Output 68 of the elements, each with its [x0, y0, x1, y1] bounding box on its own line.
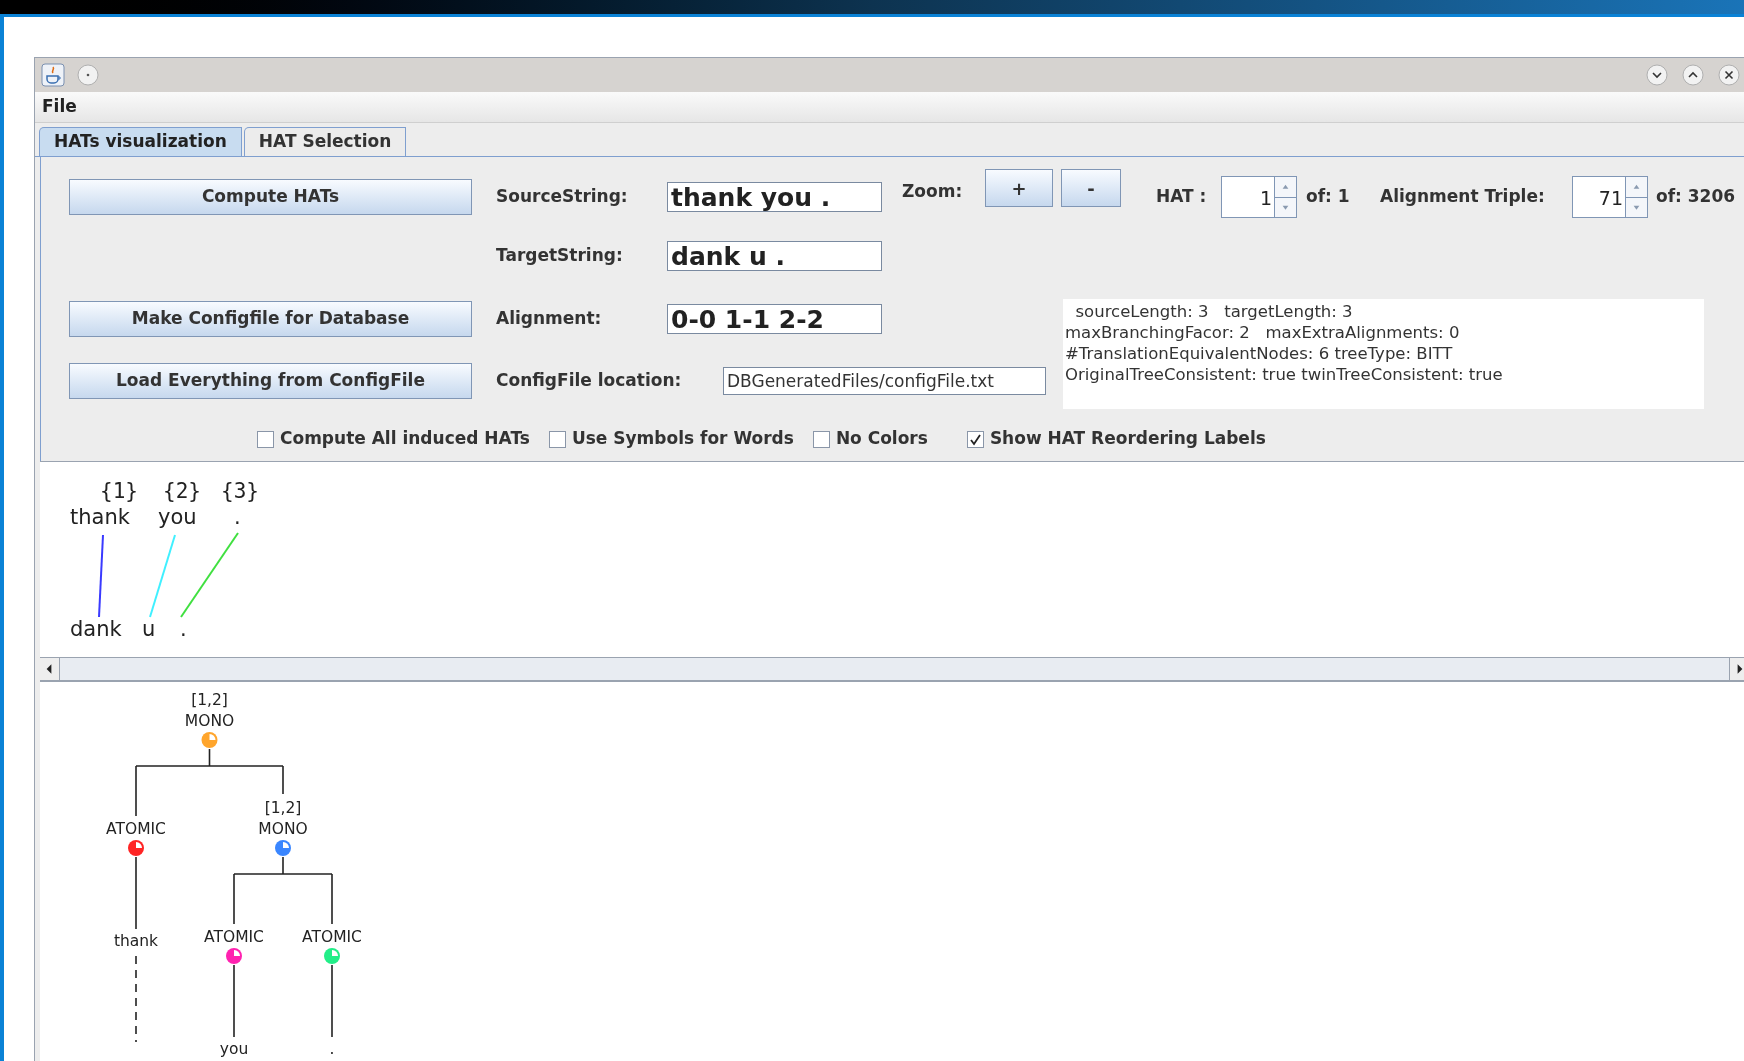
node-label: ATOMIC	[302, 928, 362, 946]
info-line: sourceLength: 3 targetLength: 3	[1074, 301, 1354, 322]
node-marker	[324, 948, 340, 964]
source-word: you	[158, 505, 197, 529]
target-word: u	[142, 617, 156, 641]
menu-button-icon[interactable]	[77, 64, 99, 86]
tab[interactable]: HAT Selection	[243, 127, 407, 156]
alignment-triple-count: of: 3206	[1656, 185, 1736, 209]
node-marker	[226, 948, 242, 964]
info-line: #TranslationEquivalentNodes: 6 treeType: BITT	[1065, 343, 1454, 364]
source-word: thank	[70, 505, 130, 529]
info-line: maxBranchingFacor: 2 maxExtraAlignments: 0	[1065, 322, 1461, 343]
node-label: MONO	[184, 712, 235, 730]
checkbox-label: Compute All induced HATs	[280, 427, 530, 451]
spinner-value: 1	[1258, 186, 1273, 211]
leaf-word: thank	[113, 932, 159, 950]
span-label: [1,2]	[191, 691, 228, 709]
index-label: {2}	[163, 479, 201, 503]
zoom-out-button[interactable]: -	[1061, 169, 1121, 207]
zoom-in-button[interactable]: +	[985, 169, 1053, 207]
target-string-field[interactable]: dank u .	[667, 241, 882, 271]
alignment-triple-label: Alignment Triple:	[1380, 185, 1546, 209]
configfile-location-field[interactable]: DBGeneratedFiles/configFile.txt	[723, 367, 1046, 395]
checkbox[interactable]	[257, 430, 274, 448]
minimize-icon[interactable]	[1646, 64, 1668, 86]
info-line: OriginalTreeConsistent: true twinTreeConsistent: true	[1065, 364, 1504, 385]
configfile-location-label: ConfigFile location:	[496, 369, 683, 393]
zoom-label: Zoom:	[902, 180, 964, 203]
checkbox-label: No Colors	[835, 427, 928, 451]
make-configfile-button[interactable]: Make Configfile for Database	[69, 301, 472, 337]
target-word: dank	[70, 617, 122, 641]
node-marker	[201, 732, 218, 748]
target-word: .	[180, 617, 187, 641]
hat-count: of: 1	[1306, 185, 1351, 209]
load-configfile-button[interactable]: Load Everything from ConfigFile	[69, 363, 472, 399]
maximize-icon[interactable]	[1682, 64, 1704, 86]
leaf-word: you	[219, 1040, 249, 1058]
close-icon[interactable]	[1718, 64, 1740, 86]
cup-icon	[41, 63, 65, 87]
target-string-label: TargetString:	[496, 244, 624, 268]
node-label: ATOMIC	[106, 820, 166, 838]
spinner-value: 71	[1597, 186, 1624, 211]
leaf-word: .	[329, 1040, 335, 1058]
alignment-label: Alignment:	[496, 307, 603, 331]
checkbox[interactable]	[548, 430, 566, 448]
checkmark-icon	[968, 432, 982, 446]
alignment-field[interactable]: 0-0 1-1 2-2	[667, 304, 882, 334]
compute-hats-button[interactable]: Compute HATs	[69, 179, 472, 215]
node-marker	[128, 840, 144, 856]
tab[interactable]: HATs visualization	[39, 127, 242, 156]
index-label: {3}	[221, 479, 259, 503]
source-word: .	[234, 505, 241, 529]
menu-item[interactable]: File	[41, 94, 78, 120]
checkbox[interactable]	[812, 430, 830, 448]
source-string-label: SourceString:	[496, 185, 629, 209]
node-label: MONO	[258, 820, 308, 838]
checkbox-label: Show HAT Reordering Labels	[989, 427, 1266, 451]
node-marker	[275, 840, 291, 856]
alignment-triple-spinner[interactable]: 71	[1572, 176, 1648, 218]
hat-spinner[interactable]: 1	[1221, 176, 1297, 218]
index-label: {1}	[100, 479, 138, 503]
span-label: [1,2]	[264, 799, 302, 817]
node-label: ATOMIC	[204, 928, 264, 946]
source-string-field[interactable]: thank you .	[667, 182, 882, 212]
scroll-right-icon[interactable]	[1729, 658, 1744, 680]
checkbox[interactable]	[966, 430, 984, 448]
checkbox-label: Use Symbols for Words	[571, 427, 794, 451]
hat-label: HAT :	[1156, 185, 1208, 209]
